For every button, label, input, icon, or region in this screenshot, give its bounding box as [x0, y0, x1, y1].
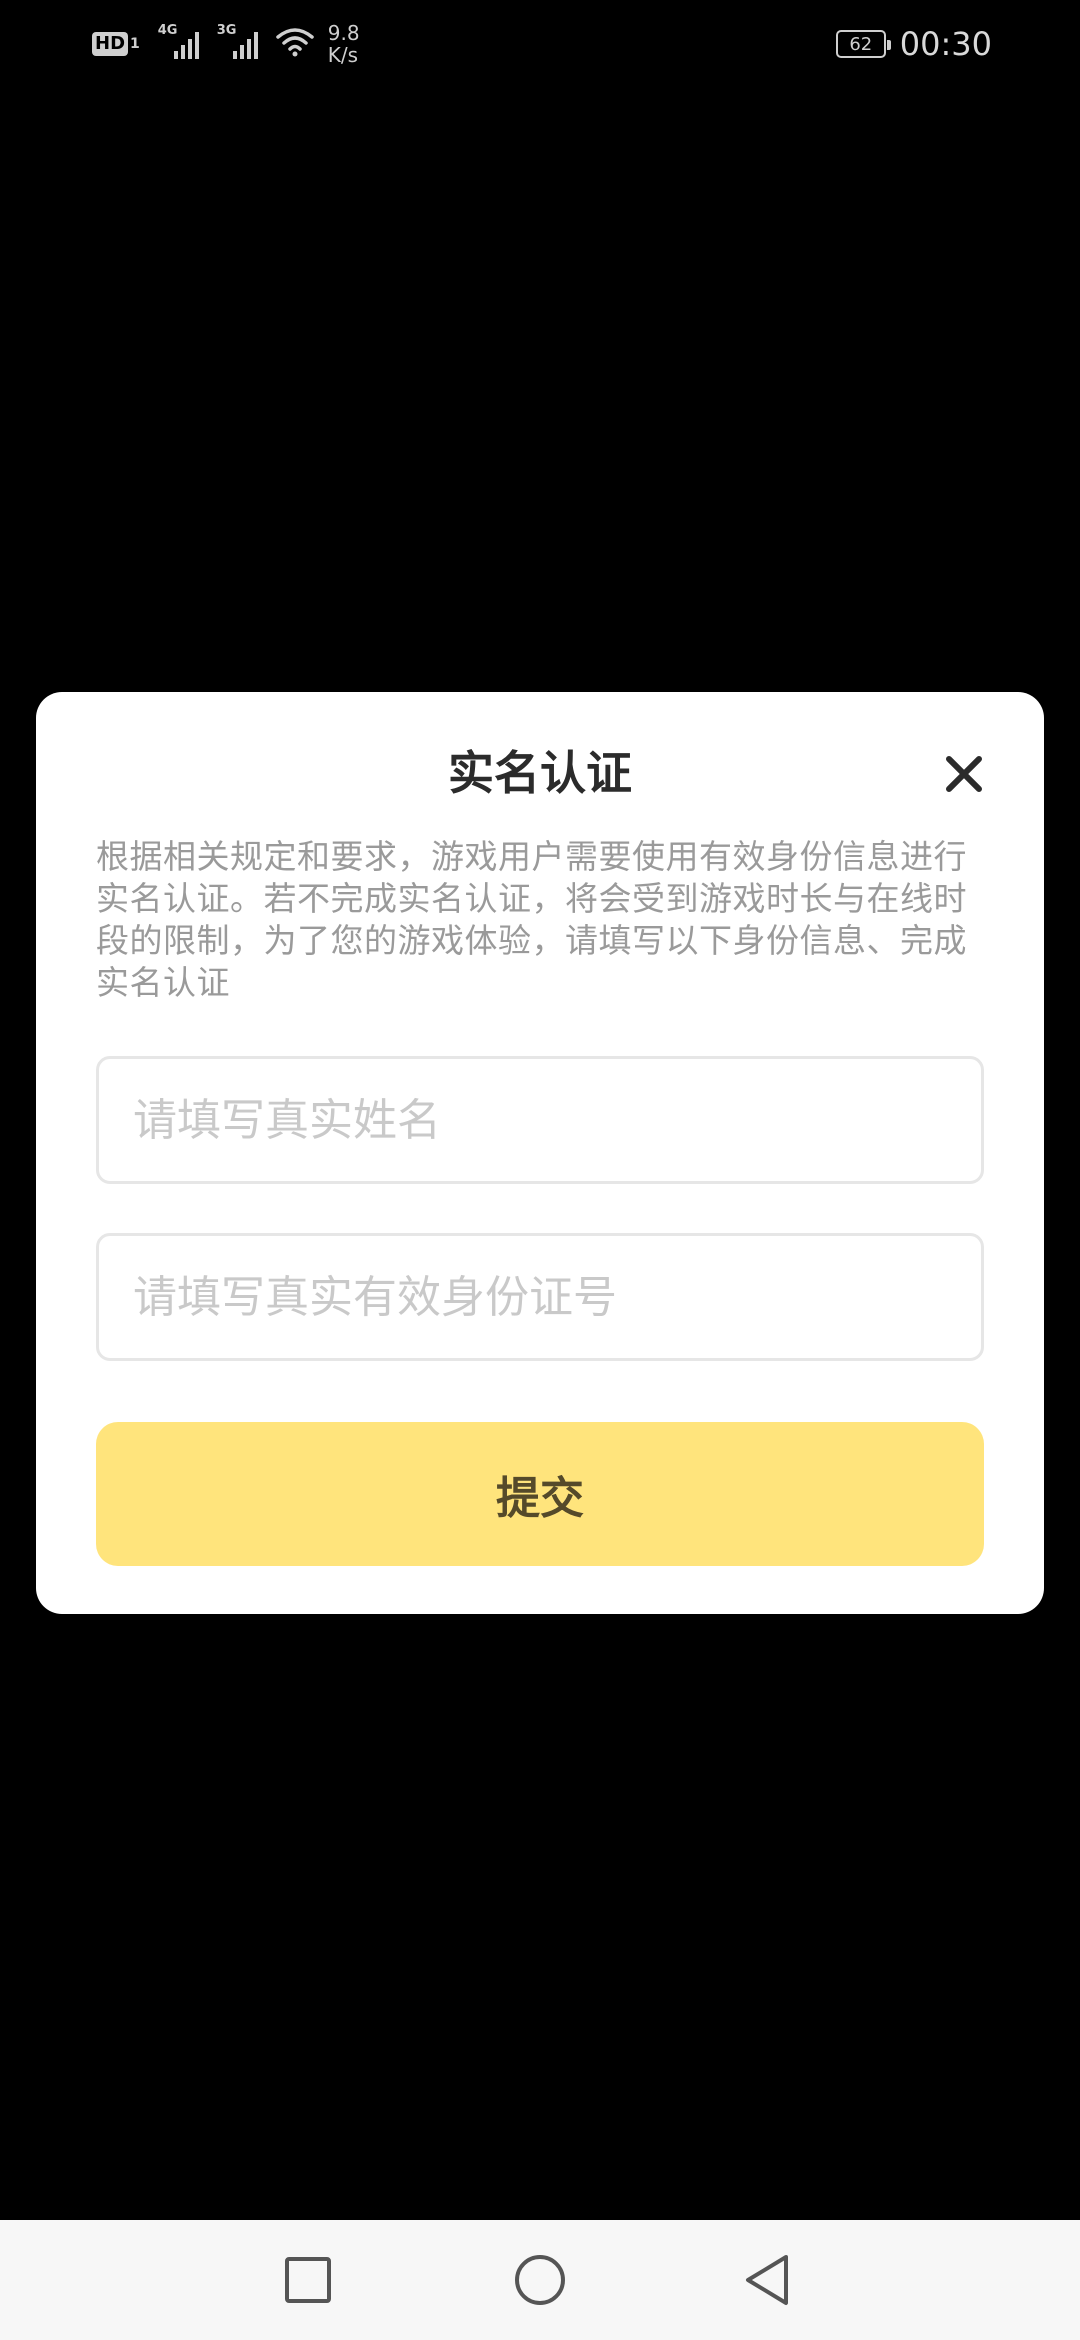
circle-icon — [515, 2255, 565, 2305]
status-bar: HD 1 4G 3G 9.8 K/s 62 00:30 — [0, 0, 1080, 84]
signal-group-2: 3G — [217, 23, 258, 59]
screen: HD 1 4G 3G 9.8 K/s 62 00:30 实名认证 根据相关规定和… — [0, 0, 1080, 2340]
battery-level: 62 — [849, 33, 873, 55]
battery-icon: 62 — [835, 30, 891, 58]
notice-text: 根据相关规定和要求，游戏用户需要使用有效身份信息进行实名认证。若不完成实名认证，… — [96, 837, 967, 1002]
hd-sub-label: 1 — [130, 36, 140, 52]
speed-unit: K/s — [327, 43, 359, 67]
status-right: 62 00:30 — [835, 20, 992, 68]
close-button[interactable] — [936, 746, 992, 802]
dialog-title: 实名认证 — [448, 746, 632, 800]
back-button[interactable] — [738, 2250, 798, 2310]
navigation-bar — [0, 2220, 1080, 2340]
recent-apps-button[interactable] — [278, 2250, 338, 2310]
network-type-1: 4G — [157, 23, 178, 38]
close-icon — [946, 756, 982, 792]
id-number-input[interactable] — [96, 1233, 984, 1361]
hd-badge: HD 1 — [92, 32, 140, 56]
submit-button[interactable]: 提交 — [96, 1422, 984, 1566]
verification-dialog: 实名认证 根据相关规定和要求，游戏用户需要使用有效身份信息进行实名认证。若不完成… — [36, 692, 1044, 1614]
wifi-icon — [276, 27, 314, 61]
real-name-input[interactable] — [96, 1056, 984, 1184]
signal-bars-1-icon — [173, 29, 199, 59]
triangle-back-icon — [746, 2255, 788, 2305]
speed-value: 9.8 — [327, 21, 360, 45]
network-speed: 9.8 K/s — [328, 22, 360, 66]
status-left: HD 1 4G 3G 9.8 K/s — [92, 20, 360, 68]
hd-label: HD — [92, 32, 129, 56]
square-icon — [285, 2257, 331, 2303]
clock: 00:30 — [899, 25, 992, 63]
network-type-2: 3G — [216, 23, 237, 38]
home-button[interactable] — [510, 2250, 570, 2310]
signal-bars-2-icon — [232, 29, 258, 59]
signal-group-1: 4G — [158, 23, 199, 59]
